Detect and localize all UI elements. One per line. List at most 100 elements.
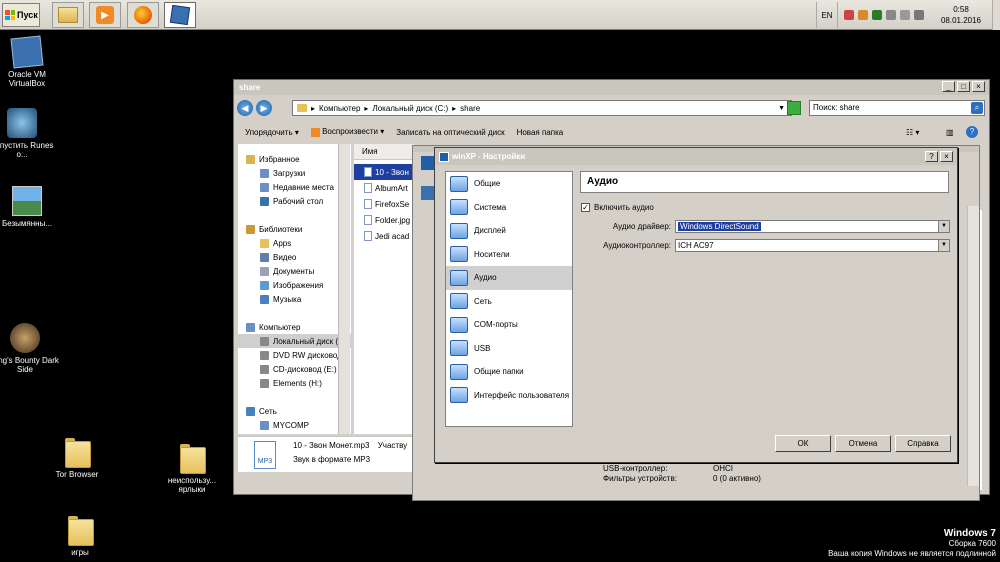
breadcrumb-local-disk[interactable]: Локальный диск (C:): [372, 104, 448, 113]
organize-button[interactable]: Упорядочить ▾: [245, 128, 299, 137]
column-header-name[interactable]: Имя: [354, 144, 414, 160]
view-options-icon[interactable]: ☷ ▾: [906, 128, 919, 137]
taskbar-virtualbox-button[interactable]: [164, 2, 196, 28]
settings-sidebar-item[interactable]: COM-порты: [446, 313, 572, 337]
address-bar[interactable]: ▸ Компьютер ▸ Локальный диск (C:) ▸ shar…: [292, 100, 792, 116]
search-input[interactable]: Поиск: share ⌕: [809, 100, 985, 116]
settings-sidebar-item[interactable]: Интерфейс пользователя: [446, 384, 572, 408]
file-row[interactable]: Jedi acad: [354, 228, 414, 244]
nav-item-label: Документы: [273, 266, 315, 276]
file-row[interactable]: AlbumArt: [354, 180, 414, 196]
file-row[interactable]: 10 - Звон: [354, 164, 414, 180]
breadcrumb-share[interactable]: share: [460, 104, 480, 113]
nav-item[interactable]: Недавние места: [238, 180, 351, 194]
preview-pane-icon[interactable]: ▥: [946, 128, 954, 137]
desktop-icon-virtualbox[interactable]: Oracle VM VirtualBox: [0, 35, 62, 88]
file-name: FirefoxSe: [375, 199, 410, 209]
file-row[interactable]: FirefoxSe: [354, 196, 414, 212]
nav-item-label: Загрузки: [273, 168, 306, 178]
nav-item[interactable]: Сеть: [238, 404, 351, 418]
file-row[interactable]: Folder.jpg: [354, 212, 414, 228]
dialog-help-button[interactable]: ?: [925, 151, 938, 162]
enable-audio-checkbox[interactable]: ✓: [581, 203, 590, 212]
language-indicator[interactable]: EN: [816, 2, 838, 28]
nav-item-icon: [246, 154, 255, 164]
dialog-close-button[interactable]: ×: [940, 151, 953, 162]
burn-button[interactable]: Записать на оптический диск: [396, 128, 504, 137]
maximize-button[interactable]: □: [957, 81, 970, 92]
desktop-icon-kings-bounty[interactable]: King's Bounty Dark Side: [0, 323, 60, 374]
audio-driver-select[interactable]: Windows DirectSound ▼: [675, 220, 950, 233]
ok-button[interactable]: ОК: [775, 435, 831, 452]
desktop-icon-tor-browser[interactable]: Tor Browser: [42, 436, 112, 479]
nav-item[interactable]: Apps: [238, 236, 351, 250]
help-icon[interactable]: ?: [966, 126, 978, 138]
new-folder-button[interactable]: Новая папка: [517, 128, 564, 137]
back-button[interactable]: ◀: [237, 100, 253, 116]
help-button[interactable]: Справка: [895, 435, 951, 452]
forward-button[interactable]: ▶: [256, 100, 272, 116]
dialog-title-bar[interactable]: winXP - Настройки: [435, 148, 957, 165]
clock[interactable]: 0:58 08.01.2016: [930, 4, 992, 26]
taskbar-firefox-button[interactable]: [127, 2, 159, 28]
display-icon[interactable]: [900, 10, 910, 20]
enable-audio-row[interactable]: ✓ Включить аудио: [581, 203, 654, 212]
cancel-button[interactable]: Отмена: [835, 435, 891, 452]
settings-sidebar-item[interactable]: Дисплей: [446, 219, 572, 243]
taskbar-media-player-button[interactable]: ▶: [89, 2, 121, 28]
nav-item-icon: [260, 336, 269, 346]
nav-item[interactable]: Музыка: [238, 292, 351, 306]
system-tray: EN 0:58 08.01.2016: [816, 0, 1000, 30]
settings-sidebar-item[interactable]: Система: [446, 196, 572, 220]
nav-item[interactable]: Загрузки: [238, 166, 351, 180]
nav-item[interactable]: Компьютер: [238, 320, 351, 334]
nav-item[interactable]: Рабочий стол: [238, 194, 351, 208]
settings-category-icon: [450, 363, 468, 380]
start-button[interactable]: Пуск: [2, 3, 40, 27]
address-dropdown-icon[interactable]: ▼: [778, 105, 785, 112]
show-desktop-button[interactable]: [992, 0, 1000, 30]
nav-item[interactable]: MYCOMP: [238, 418, 351, 432]
nav-item[interactable]: Документы: [238, 264, 351, 278]
play-button[interactable]: Воспроизвести ▾: [310, 127, 384, 137]
vm-icon[interactable]: [421, 186, 435, 200]
minimize-button[interactable]: _: [942, 81, 955, 92]
device-filters-value: 0 (0 активно): [713, 474, 761, 483]
nav-item[interactable]: Изображения: [238, 278, 351, 292]
desktop-icon-games[interactable]: игры: [45, 514, 115, 557]
settings-sidebar-item[interactable]: Общие папки: [446, 360, 572, 384]
search-icon[interactable]: ⌕: [971, 102, 983, 114]
explorer-title-bar[interactable]: share: [234, 80, 989, 95]
desktop-icon-runes[interactable]: Запустить Runes o...: [0, 108, 57, 159]
security-icon[interactable]: [858, 10, 868, 20]
close-button[interactable]: ×: [972, 81, 985, 92]
nav-item[interactable]: Видео: [238, 250, 351, 264]
nav-item[interactable]: Локальный диск (: [238, 334, 351, 348]
desktop-icon-untitled[interactable]: Безымянны...: [0, 186, 62, 228]
settings-sidebar-item[interactable]: Общие: [446, 172, 572, 196]
nav-item[interactable]: Избранное: [238, 152, 351, 166]
settings-sidebar-item[interactable]: USB: [446, 337, 572, 361]
nav-item[interactable]: DVD RW дисковод: [238, 348, 351, 362]
folder-icon: [68, 514, 94, 546]
nav-item[interactable]: CD-дисковод (E:): [238, 362, 351, 376]
volume-icon[interactable]: [914, 10, 924, 20]
flag-icon[interactable]: [886, 10, 896, 20]
settings-sidebar-item[interactable]: Сеть: [446, 290, 572, 314]
network-icon[interactable]: [844, 10, 854, 20]
nav-item[interactable]: Elements (H:): [238, 376, 351, 390]
details-scrollbar[interactable]: [967, 206, 979, 486]
app-tray-icon[interactable]: [872, 10, 882, 20]
nav-item[interactable]: Библиотеки: [238, 222, 351, 236]
audio-controller-select[interactable]: ICH AC97 ▼: [675, 239, 950, 252]
settings-sidebar-item[interactable]: Носители: [446, 243, 572, 267]
file-name: Folder.jpg: [375, 215, 411, 225]
refresh-button[interactable]: [787, 101, 801, 115]
virtualbox-icon: [169, 4, 191, 26]
settings-sidebar-item[interactable]: Аудио: [446, 266, 572, 290]
navigation-scrollbar[interactable]: [338, 144, 350, 434]
taskbar-explorer-button[interactable]: [52, 2, 84, 28]
nav-item-label: Apps: [273, 238, 292, 248]
desktop-icon-unused-shortcuts[interactable]: неиспользу... ярлыки: [157, 442, 227, 494]
breadcrumb-computer[interactable]: Компьютер: [319, 104, 360, 113]
